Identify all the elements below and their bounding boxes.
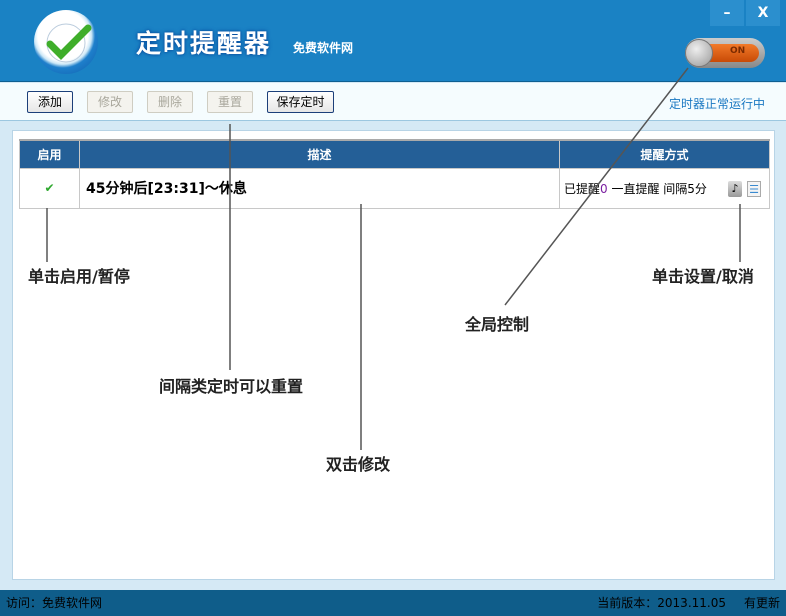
save-button[interactable]: 保存定时 — [267, 91, 334, 113]
reset-button[interactable]: 重置 — [207, 91, 253, 113]
global-toggle[interactable]: ON — [685, 38, 765, 68]
timer-table: 启用 描述 提醒方式 ✔ 45分钟后[23:31]～休息 已提醒0 一直提醒 间… — [19, 139, 770, 209]
timer-status: 定时器正常运行中 — [668, 97, 765, 111]
enable-checkbox[interactable]: ✔ — [19, 168, 80, 209]
minimize-button[interactable]: – — [710, 0, 744, 26]
version-text: 当前版本：2013.11.05 — [597, 596, 726, 610]
header-mode: 提醒方式 — [559, 139, 770, 169]
app-subtitle: 免费软件网 — [293, 41, 354, 55]
delete-button[interactable]: 删除 — [147, 91, 193, 113]
annotation-toggle-enable: 单击启用/暂停 — [28, 267, 130, 286]
main-panel: 启用 描述 提醒方式 ✔ 45分钟后[23:31]～休息 已提醒0 一直提醒 间… — [12, 130, 775, 580]
description-cell[interactable]: 45分钟后[23:31]～休息 — [79, 168, 560, 209]
status-bar: 访问：免费软件网 当前版本：2013.11.05 有更新 — [0, 590, 786, 616]
header-enabled: 启用 — [19, 139, 80, 169]
mode-text: 一直提醒 间隔5分 — [607, 181, 707, 196]
app-title: 定时提醒器 — [136, 29, 272, 58]
mode-prefix: 已提醒 — [564, 181, 601, 196]
annotation-settings: 单击设置/取消 — [652, 267, 754, 286]
header-description: 描述 — [79, 139, 560, 169]
annotation-global: 全局控制 — [465, 315, 530, 334]
update-link[interactable]: 有更新 — [744, 590, 780, 616]
title-bar: 定时提醒器 免费软件网 – X ON — [0, 0, 786, 82]
table-row[interactable]: ✔ 45分钟后[23:31]～休息 已提醒0 一直提醒 间隔5分 ♪ ☰ — [19, 168, 770, 209]
close-button[interactable]: X — [746, 0, 780, 26]
edit-button[interactable]: 修改 — [87, 91, 133, 113]
remind-count: 0 — [600, 181, 608, 196]
sound-icon[interactable]: ♪ — [728, 180, 742, 197]
mode-cell: 已提醒0 一直提醒 间隔5分 ♪ ☰ — [559, 168, 770, 209]
toggle-knob[interactable] — [685, 39, 713, 67]
toolbar: 添加 修改 删除 重置 保存定时 定时器正常运行中 — [0, 83, 786, 121]
settings-list-icon[interactable]: ☰ — [747, 180, 761, 197]
visit-link[interactable]: 访问：免费软件网 — [6, 590, 102, 616]
clock-check-logo-icon — [34, 10, 98, 74]
annotation-edit: 双击修改 — [326, 455, 391, 474]
add-button[interactable]: 添加 — [27, 91, 73, 113]
toggle-label: ON — [730, 46, 746, 56]
annotation-reset: 间隔类定时可以重置 — [159, 377, 304, 396]
